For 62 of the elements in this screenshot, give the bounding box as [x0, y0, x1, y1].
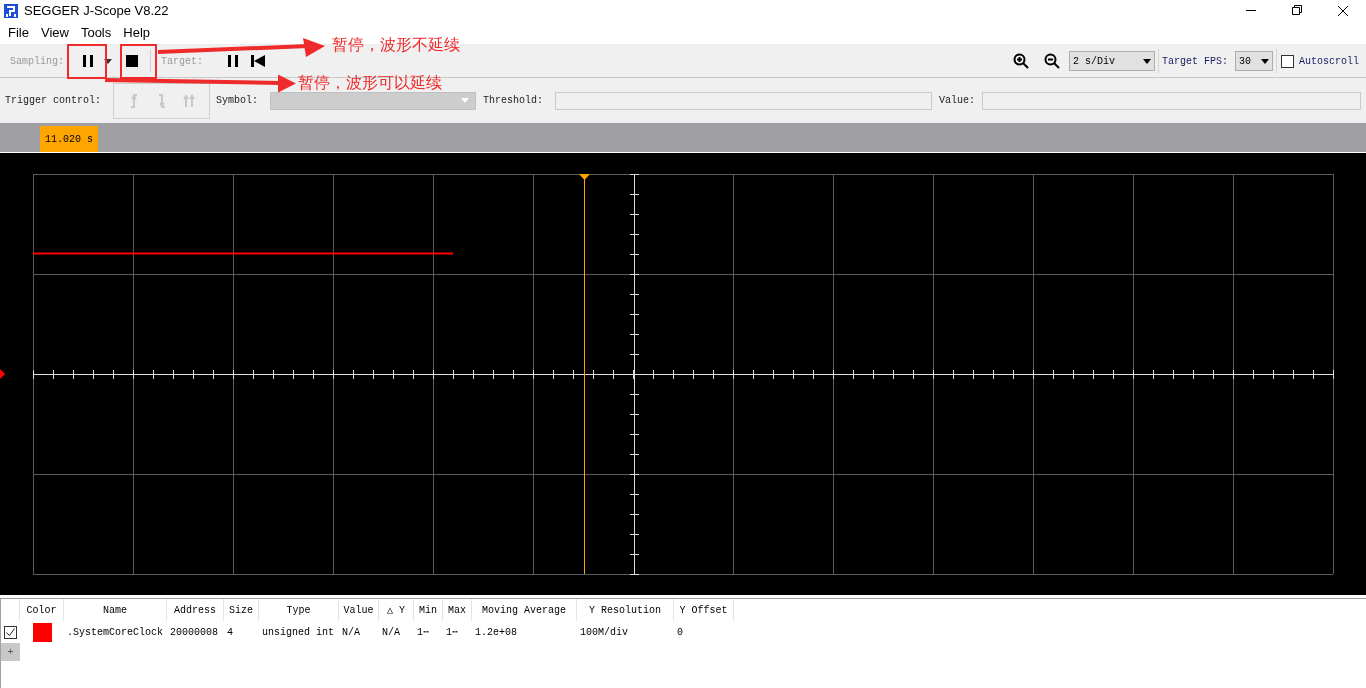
- column-header[interactable]: Size: [224, 599, 259, 621]
- caret-icon: [461, 98, 470, 103]
- sampling-label: Sampling:: [10, 54, 64, 69]
- window-title: SEGGER J-Scope V8.22: [24, 2, 169, 21]
- value-label: Value:: [939, 94, 975, 108]
- table-cell-text: 1⋯: [445, 625, 460, 640]
- zoom-in-icon[interactable]: [1012, 53, 1029, 69]
- menu-item[interactable]: View: [34, 23, 75, 43]
- table-cell-text: 0: [676, 625, 684, 640]
- menu-item[interactable]: Help: [117, 23, 156, 43]
- pause-icon[interactable]: [82, 55, 94, 67]
- trigger-label: Trigger control:: [5, 94, 101, 108]
- zoom-out-icon[interactable]: [1043, 53, 1060, 69]
- threshold-field[interactable]: [555, 91, 932, 110]
- autoscroll-label: Autoscroll: [1299, 54, 1359, 69]
- column-header[interactable]: Max: [443, 599, 472, 621]
- column-header[interactable]: Y Resolution: [577, 599, 674, 621]
- add-row-button[interactable]: +: [1, 643, 20, 661]
- fps-label: Target FPS:: [1161, 54, 1228, 69]
- column-header[interactable]: Moving Average: [472, 599, 577, 621]
- table-cell-text: N/A: [381, 625, 401, 640]
- column-header[interactable]: Value: [339, 599, 379, 621]
- zero-level-marker[interactable]: [0, 369, 5, 379]
- trigger-buttons[interactable]: [113, 82, 210, 119]
- column-header[interactable]: △ Y: [379, 599, 414, 621]
- app-logo-icon: [4, 4, 18, 18]
- fps-dropdown[interactable]: 30: [1235, 51, 1273, 71]
- menu-item[interactable]: File: [2, 23, 35, 43]
- value-field[interactable]: [982, 91, 1361, 110]
- time-marker: 11.020 s: [40, 126, 98, 152]
- symbol-label: Symbol:: [216, 94, 259, 108]
- column-header[interactable]: Min: [414, 599, 443, 621]
- table-cell-text: unsigned int: [261, 625, 335, 640]
- skip-back-icon[interactable]: [251, 55, 266, 67]
- column-header[interactable]: Y Offset: [674, 599, 734, 621]
- caret-icon: [1142, 58, 1151, 64]
- annotation-text: 暂停，波形不延续: [332, 35, 460, 55]
- caret-icon[interactable]: [104, 58, 112, 64]
- table-cell-text: 4: [226, 625, 234, 640]
- table-cell-text: 1.2e+08: [474, 625, 518, 640]
- pause-icon[interactable]: [227, 55, 240, 67]
- column-header[interactable]: Address: [167, 599, 224, 621]
- autoscroll-checkbox[interactable]: [1281, 54, 1294, 68]
- menu-item[interactable]: Tools: [74, 23, 118, 43]
- table-cell-text: 20000008: [169, 625, 219, 640]
- column-header[interactable]: Name: [64, 599, 167, 621]
- color-swatch[interactable]: [32, 622, 52, 642]
- row-checkbox[interactable]: [4, 625, 17, 639]
- highlight-frame: [120, 44, 157, 79]
- threshold-label: Threshold:: [483, 94, 544, 108]
- column-header[interactable]: Type: [259, 599, 339, 621]
- time-cursor[interactable]: [579, 174, 590, 575]
- table-cell-text: .SystemCoreClock: [66, 625, 164, 640]
- column-header[interactable]: Color: [20, 599, 64, 621]
- caret-icon: [1261, 58, 1269, 64]
- table-cell-text: 1⋯: [416, 625, 431, 640]
- time-scale-dropdown[interactable]: 2 s/Div: [1068, 51, 1155, 71]
- highlight-frame: [67, 44, 107, 79]
- table-cell-text: N/A: [341, 625, 361, 640]
- target-label: Target:: [161, 54, 204, 69]
- table-cell-text: 100M/div: [579, 625, 629, 640]
- annotation-text: 暂停，波形可以延续: [298, 74, 442, 91]
